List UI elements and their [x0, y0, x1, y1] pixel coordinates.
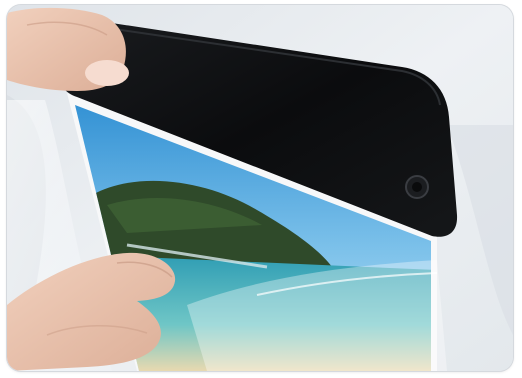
hand-icon [7, 7, 129, 92]
camera-lens-inner [412, 182, 422, 192]
photo-frame [7, 5, 513, 371]
photo-scene [7, 5, 513, 371]
top-thumbnail [85, 60, 129, 86]
